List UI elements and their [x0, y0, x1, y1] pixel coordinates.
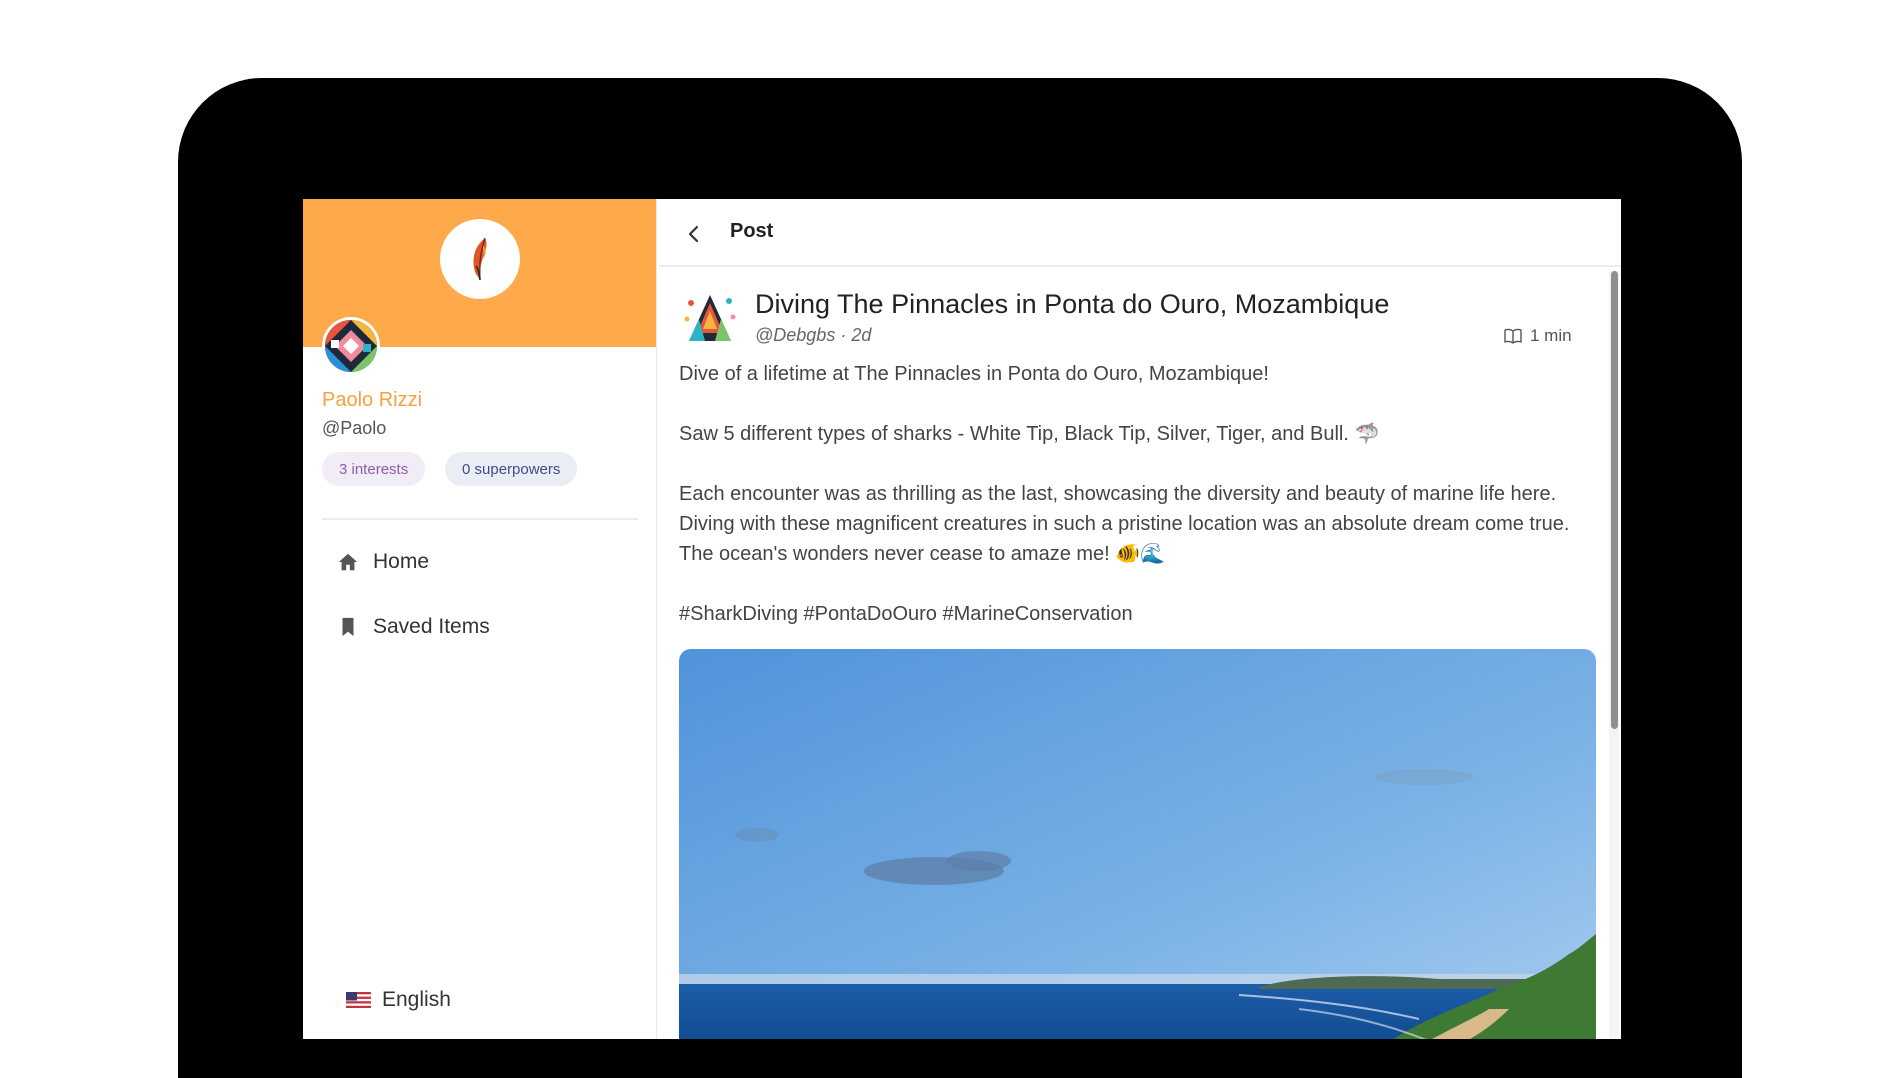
post-paragraph: Each encounter was as thrilling as the l… — [679, 483, 1570, 565]
post-author[interactable]: @Debgbs — [755, 325, 835, 345]
scrollbar-thumb[interactable] — [1611, 271, 1618, 729]
author-avatar[interactable] — [679, 289, 741, 351]
post-header: Post — [659, 199, 1621, 267]
interests-badge[interactable]: 3 interests — [322, 452, 426, 486]
read-time-label: 1 min — [1530, 326, 1572, 345]
app-screen: Paolo Rizzi @Paolo 3 interests 0 superpo… — [303, 199, 1621, 1039]
feather-icon — [473, 237, 487, 281]
avatar-art — [325, 320, 377, 372]
sidebar-item-home[interactable]: Home — [337, 547, 429, 577]
home-icon — [338, 553, 358, 571]
bookmark-icon — [342, 617, 354, 637]
chevron-left-icon — [688, 225, 699, 243]
avatar[interactable] — [322, 317, 380, 375]
superpowers-badge[interactable]: 0 superpowers — [445, 452, 578, 486]
sidebar-divider — [322, 518, 638, 520]
post-age: · 2d — [840, 325, 872, 345]
post-title: Diving The Pinnacles in Ponta do Ouro, M… — [755, 289, 1390, 319]
app-logo[interactable] — [440, 219, 520, 299]
seascape-photo — [679, 649, 1596, 1039]
us-flag-icon — [346, 992, 371, 1008]
post-body: Dive of a lifetime at The Pinnacles in P… — [679, 359, 1599, 659]
back-button[interactable] — [679, 219, 709, 249]
sidebar-item-label: Saved Items — [373, 615, 490, 638]
post-hashtags[interactable]: #SharkDiving #PontaDoOuro #MarineConserv… — [679, 599, 1599, 629]
sidebar-item-label: Home — [373, 550, 430, 573]
page-title: Post — [730, 220, 774, 242]
author-avatar-art — [679, 289, 741, 351]
post-paragraph: Saw 5 different types of sharks - White … — [679, 423, 1380, 445]
language-label: English — [382, 988, 451, 1011]
post-image[interactable] — [679, 649, 1596, 1039]
read-time: 1 min — [1504, 326, 1572, 346]
language-selector[interactable]: English — [346, 988, 451, 1012]
profile-name[interactable]: Paolo Rizzi — [322, 389, 422, 412]
post-view: Post Diving The Pinnacles in Ponta do Ou… — [659, 199, 1621, 1039]
book-open-icon — [1504, 328, 1522, 344]
post-paragraph: Dive of a lifetime at The Pinnacles in P… — [679, 363, 1269, 385]
scrollbar[interactable] — [1609, 271, 1619, 1039]
profile-handle: @Paolo — [322, 418, 387, 438]
post-meta: @Debgbs · 2d — [755, 325, 871, 346]
sidebar: Paolo Rizzi @Paolo 3 interests 0 superpo… — [303, 199, 657, 1039]
sidebar-item-saved-items[interactable]: Saved Items — [337, 612, 490, 642]
